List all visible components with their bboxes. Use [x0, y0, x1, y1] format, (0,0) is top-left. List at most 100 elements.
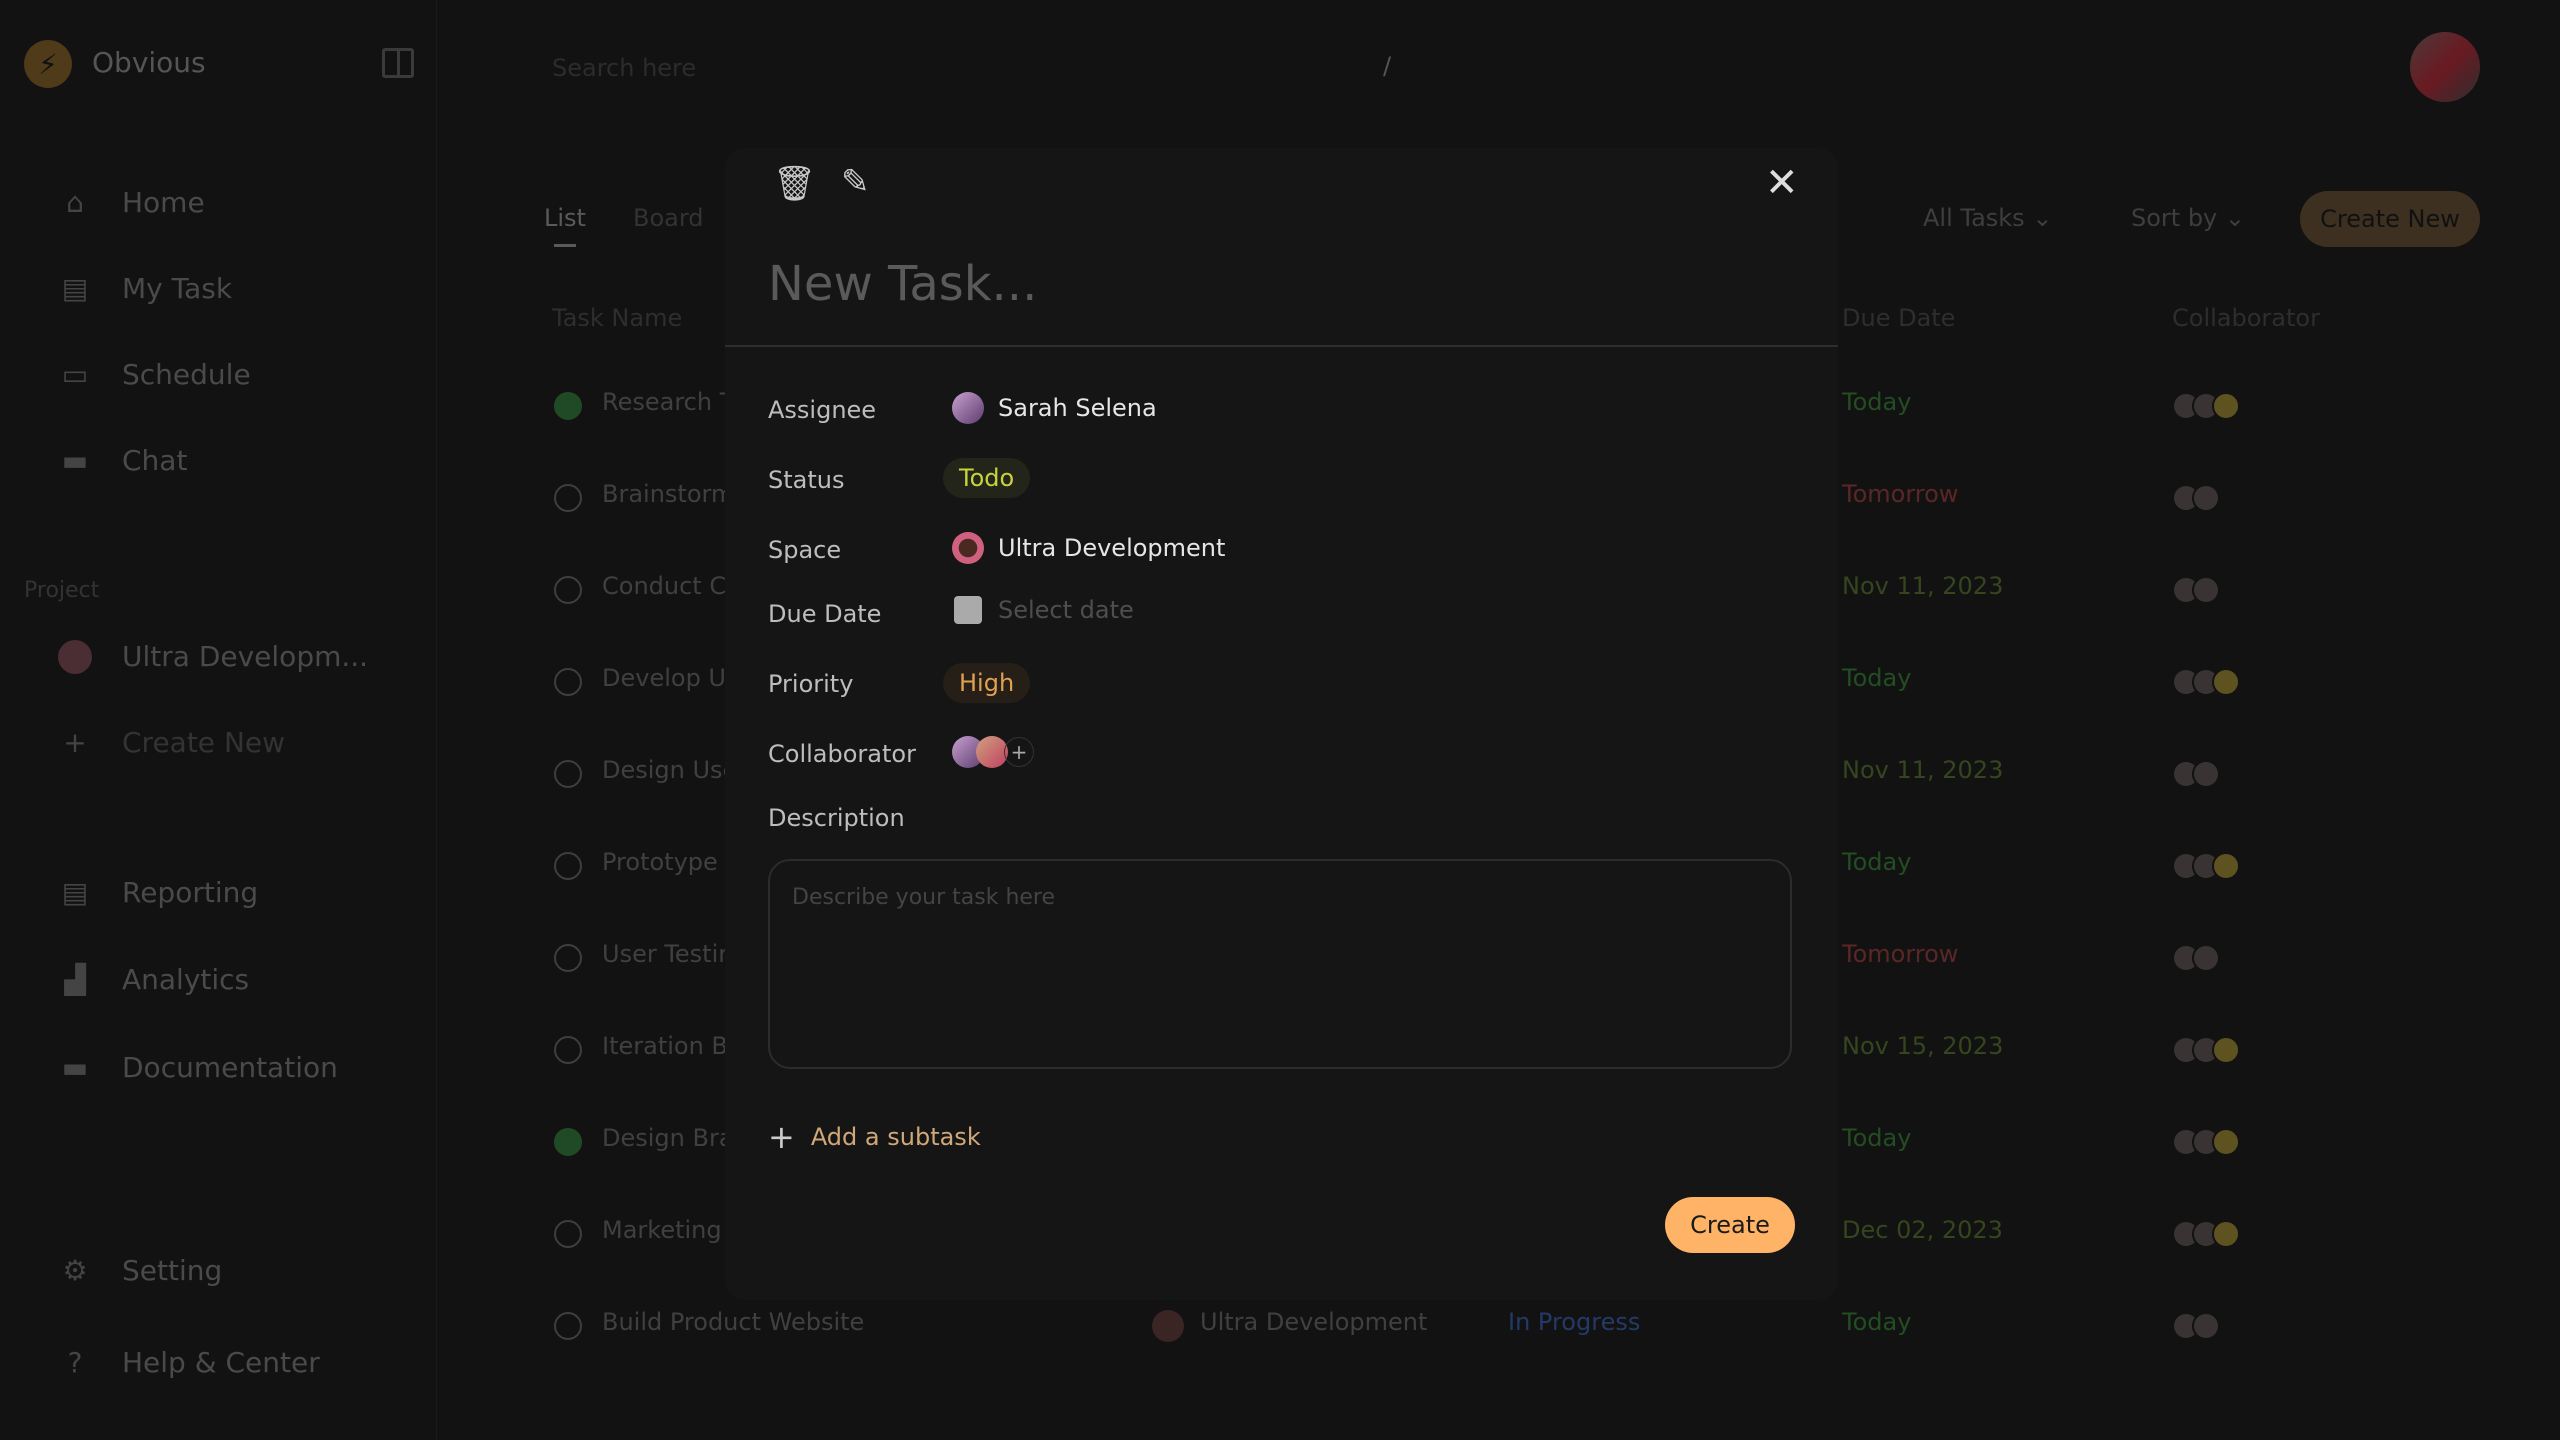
assignee-field[interactable]: Sarah Selena: [952, 392, 1157, 424]
filter-dropdown[interactable]: All Tasks ⌄: [1923, 204, 2052, 232]
search-input[interactable]: Search here: [552, 54, 696, 82]
sidebar-item-documentation[interactable]: ▬ Documentation: [58, 1051, 338, 1084]
task-due-date: Nov 15, 2023: [1842, 1032, 2004, 1060]
task-due-date: Today: [1842, 664, 1912, 692]
task-check-icon[interactable]: [554, 668, 582, 696]
clipboard-icon: ▤: [61, 272, 89, 305]
project-avatar: [58, 639, 92, 674]
collaborator-avatars: [2172, 760, 2220, 788]
sort-dropdown[interactable]: Sort by ⌄: [2131, 204, 2245, 232]
sidebar-item-analytics[interactable]: ▟ Analytics: [58, 963, 249, 996]
create-button[interactable]: Create: [1665, 1197, 1795, 1253]
trash-icon[interactable]: 🗑: [773, 164, 816, 204]
task-due-date: Dec 02, 2023: [1842, 1216, 2003, 1244]
priority-badge: High: [943, 663, 1031, 703]
close-icon[interactable]: ✕: [1765, 160, 1799, 206]
column-collaborator: Collaborator: [2172, 304, 2320, 332]
create-new-label: Create New: [2320, 205, 2460, 233]
project-heading: Project: [24, 578, 100, 603]
collaborator-label: Collaborator: [768, 740, 916, 768]
create-label: Create: [1690, 1211, 1770, 1239]
pencil-icon[interactable]: ✎: [841, 162, 870, 202]
nav-label: Create New: [122, 726, 286, 759]
task-check-icon[interactable]: [554, 1128, 582, 1156]
tab-list[interactable]: List: [544, 204, 586, 232]
task-due-date: Nov 11, 2023: [1842, 572, 2004, 600]
space-label: Space: [768, 536, 842, 564]
priority-field[interactable]: High: [943, 663, 1031, 703]
help-icon: ?: [67, 1346, 83, 1379]
description-label: Description: [768, 804, 905, 832]
add-collaborator-button[interactable]: +: [1004, 737, 1034, 767]
sidebar-item-schedule[interactable]: ▭ Schedule: [58, 358, 251, 391]
collaborator-avatars: [2172, 852, 2240, 880]
assignee-name: Sarah Selena: [998, 394, 1157, 422]
sidebar-item-setting[interactable]: ⚙ Setting: [58, 1254, 222, 1287]
sidebar-project-ultra[interactable]: Ultra Developm...: [58, 639, 368, 674]
chevron-down-icon: ⌄: [2032, 204, 2053, 232]
folder-icon: ▬: [61, 1051, 89, 1084]
sidebar-item-reporting[interactable]: ▤ Reporting: [58, 876, 258, 909]
collaborator-avatars: [2172, 1036, 2240, 1064]
task-check-icon[interactable]: [554, 760, 582, 788]
tab-board[interactable]: Board: [633, 204, 704, 232]
sidebar-toggle-icon[interactable]: [382, 48, 414, 78]
tab-underline: [554, 244, 576, 247]
sidebar-item-chat[interactable]: ▬ Chat: [58, 444, 188, 477]
task-name: Iteration Ba: [602, 1032, 743, 1060]
column-task-name: Task Name: [552, 304, 683, 332]
sidebar-item-my-task[interactable]: ▤ My Task: [58, 272, 232, 305]
breadcrumb-separator: /: [1383, 52, 1392, 80]
task-title-input[interactable]: New Task...: [768, 256, 1037, 312]
collaborator-avatars: [2172, 576, 2220, 604]
task-check-icon[interactable]: [554, 576, 582, 604]
collaborator-avatar: [2192, 944, 2220, 972]
task-check-icon[interactable]: [554, 852, 582, 880]
task-check-icon[interactable]: [554, 1036, 582, 1064]
logo-icon: ⚡: [24, 40, 72, 88]
collaborator-avatar: [2212, 1220, 2240, 1248]
task-due-date: Today: [1842, 388, 1912, 416]
description-placeholder: Describe your task here: [792, 885, 1056, 910]
task-name: User Testir: [602, 940, 729, 968]
task-name: Develop Us: [602, 664, 739, 692]
task-check-icon[interactable]: [554, 484, 582, 512]
sidebar: ⚡ Obvious ⌂ Home ▤ My Task ▭ Schedule ▬ Chat…: [0, 0, 437, 1440]
task-check-icon[interactable]: [554, 1312, 582, 1340]
due-date-field[interactable]: Select date: [952, 596, 1134, 624]
status-field[interactable]: Todo: [943, 458, 1031, 498]
nav-label: Reporting: [122, 876, 259, 909]
user-avatar[interactable]: [2410, 32, 2480, 102]
collaborator-field[interactable]: +: [952, 736, 1034, 768]
collaborator-avatars: [2172, 668, 2240, 696]
priority-label: Priority: [768, 670, 854, 698]
space-name: Ultra Development: [998, 534, 1226, 562]
space-field[interactable]: Ultra Development: [952, 532, 1225, 564]
nav-label: Chat: [122, 444, 188, 477]
collaborator-avatar: [2212, 668, 2240, 696]
create-new-button[interactable]: Create New: [2300, 191, 2480, 247]
sidebar-item-help[interactable]: ? Help & Center: [58, 1346, 320, 1379]
status-label: Status: [768, 466, 845, 494]
collaborator-avatar: [2212, 1128, 2240, 1156]
task-name: Design Bra: [602, 1124, 734, 1152]
task-due-date: Today: [1842, 848, 1912, 876]
sidebar-create-new[interactable]: + Create New: [58, 726, 285, 759]
column-due-date: Due Date: [1842, 304, 1956, 332]
description-input[interactable]: Describe your task here: [768, 859, 1792, 1069]
task-name: Build Product Website: [602, 1308, 865, 1336]
gear-icon: ⚙: [62, 1254, 88, 1287]
task-check-icon[interactable]: [554, 944, 582, 972]
sidebar-item-home[interactable]: ⌂ Home: [58, 186, 205, 219]
task-check-icon[interactable]: [554, 1220, 582, 1248]
collaborator-avatars: [2172, 1220, 2240, 1248]
assignee-label: Assignee: [768, 396, 877, 424]
task-space: Ultra Development: [1200, 1308, 1428, 1336]
task-check-icon[interactable]: [554, 392, 582, 420]
add-subtask-button[interactable]: + Add a subtask: [768, 1118, 981, 1156]
plus-icon: +: [63, 726, 87, 759]
nav-label: Setting: [122, 1254, 223, 1287]
table-row[interactable]: Build Product Website Ultra Development …: [540, 1294, 2480, 1354]
task-name: Conduct C: [602, 572, 727, 600]
collaborator-avatars: [2172, 392, 2240, 420]
